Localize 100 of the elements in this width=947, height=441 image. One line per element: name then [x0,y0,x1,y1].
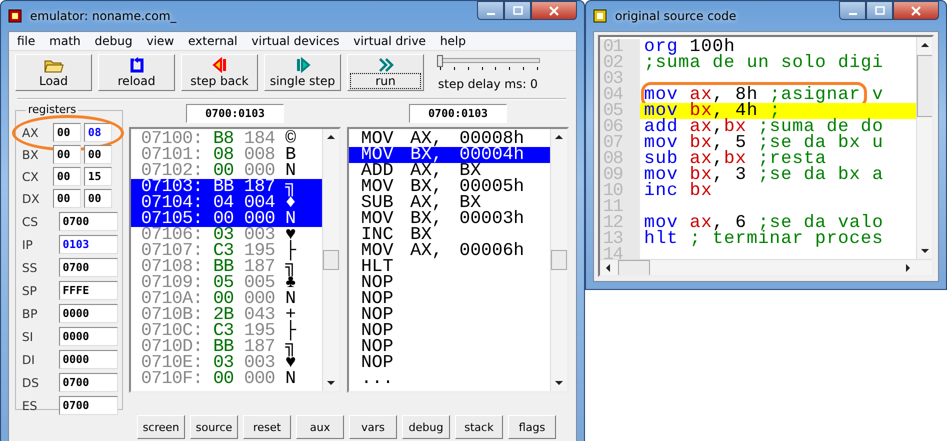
panel-button[interactable]: aux [296,415,344,439]
step-delay-slider[interactable] [438,54,540,70]
scroll-up-icon [921,41,929,49]
toolbar-button[interactable]: step back [181,54,258,91]
register-name: DS [22,376,40,390]
step-back-icon [212,57,228,73]
menu-item[interactable]: math [49,34,81,48]
instruction-row[interactable]: MOV AX, 00008h [349,131,550,147]
panel-button[interactable]: stack [455,415,503,439]
code-line: add ax,bx ;suma de do [644,119,884,135]
minimize-button[interactable] [477,1,504,20]
scroll-thumb[interactable] [917,55,932,117]
memory-row[interactable]: 07100: B8 184 © [131,131,322,147]
menu-item[interactable]: virtual drive [353,34,426,48]
scroll-thumb[interactable] [551,250,567,270]
instruction-row[interactable]: ... [349,371,550,387]
instruction-row[interactable]: NOP [349,307,550,323]
panel-button[interactable]: reset [243,415,291,439]
memory-row[interactable]: 07105: 00 000 N [131,211,322,227]
instruction-row[interactable]: NOP [349,355,550,371]
register-field[interactable]: 0700 [58,373,118,392]
memory-row[interactable]: 07109: 05 005 ♣ [131,275,322,291]
register-name: ES [22,398,38,412]
instruction-row[interactable]: MOV AX, 00006h [349,243,550,259]
register-name: CS [22,214,39,228]
memory-row[interactable]: 0710A: 00 000 N [131,291,322,307]
close-button[interactable] [531,1,577,20]
scroll-up-icon [555,133,563,141]
panel-button[interactable]: screen [137,415,185,439]
panel-button[interactable]: source [190,415,238,439]
register-field[interactable]: 15 [84,167,112,186]
menu-item[interactable]: file [17,34,36,48]
menu-item[interactable]: external [188,34,238,48]
scrollbar[interactable] [600,259,932,275]
scrollbar[interactable] [916,37,932,259]
instruction-row[interactable]: MOV BX, 00003h [349,211,550,227]
memory-row[interactable]: 07102: 00 000 N [131,163,322,179]
register-field[interactable]: 0000 [58,350,118,369]
memory-row[interactable]: 0710D: BB 187 ╗ [131,339,322,355]
toolbar-button[interactable]: single step [264,54,341,91]
register-field[interactable]: 0103 [58,235,118,254]
scroll-up-icon [327,133,335,141]
register-field[interactable]: FFFE [58,281,118,300]
menu-item[interactable]: view [146,34,174,48]
register-field[interactable]: 00 [53,145,81,164]
scrollbar[interactable] [550,129,567,391]
maximize-button[interactable] [504,1,531,20]
instruction-row[interactable]: NOP [349,323,550,339]
address-field[interactable]: 0700:0103 [186,104,284,123]
scroll-right-icon [904,264,912,272]
scroll-thumb[interactable] [618,260,650,275]
scrollbar[interactable] [322,129,339,391]
minimize-button[interactable] [839,1,866,20]
instruction-row[interactable]: NOP [349,339,550,355]
code-line: mov ax, 8h ;asignar v [644,87,884,103]
toolbar-button[interactable]: Load [15,54,92,91]
address-field[interactable]: 0700:0103 [409,104,507,123]
code-line: mov ax, 6 ;se da valo [644,215,884,231]
instruction-row[interactable]: SUB AX, BX [349,195,550,211]
register-field[interactable]: 0700 [58,212,118,231]
register-name: IP [22,238,34,252]
register-field[interactable]: 0700 [58,258,118,277]
register-field[interactable]: 0000 [58,304,118,323]
register-field[interactable]: 00 [53,167,81,186]
group-title: registers [26,103,78,116]
memory-row[interactable]: 0710B: 2B 043 + [131,307,322,323]
panel-button[interactable]: vars [349,415,397,439]
register-field[interactable]: 00 [84,189,112,208]
register-field[interactable]: 00 [84,145,112,164]
instruction-row[interactable]: MOV BX, 00005h [349,179,550,195]
memory-row[interactable]: 07108: BB 187 ╗ [131,259,322,275]
instruction-row[interactable]: NOP [349,275,550,291]
memory-row[interactable]: 07104: 04 004 ♦ [131,195,322,211]
memory-row[interactable]: 07101: 08 008 B [131,147,322,163]
scroll-thumb[interactable] [323,250,339,270]
maximize-button[interactable] [866,1,893,20]
register-field[interactable]: 08 [84,123,112,142]
register-field[interactable]: 00 [53,189,81,208]
close-button[interactable] [893,1,939,20]
instruction-row[interactable]: MOV BX, 00004h [349,147,550,163]
menu-item[interactable]: help [440,34,466,48]
memory-row[interactable]: 07106: 03 003 ♥ [131,227,322,243]
panel-button[interactable]: flags [508,415,556,439]
register-field[interactable]: 0700 [58,396,118,415]
toolbar-button[interactable]: run [347,54,424,91]
instruction-row[interactable]: HLT [349,259,550,275]
register-field[interactable]: 00 [53,123,81,142]
memory-row[interactable]: 0710E: 03 003 ♥ [131,355,322,371]
instruction-row[interactable]: INC BX [349,227,550,243]
code-editor[interactable] [598,35,934,277]
menu-item[interactable]: virtual devices [252,34,340,48]
memory-row[interactable]: 07103: BB 187 ╗ [131,179,322,195]
register-field[interactable]: 0000 [58,327,118,346]
toolbar-button[interactable]: reload [98,54,175,91]
instruction-row[interactable]: NOP [349,291,550,307]
scroll-left-icon [604,264,612,272]
menu-item[interactable]: debug [94,34,132,48]
panel-button[interactable]: debug [402,415,450,439]
instruction-row[interactable]: ADD AX, BX [349,163,550,179]
memory-row[interactable]: 0710F: 00 000 N [131,371,322,387]
